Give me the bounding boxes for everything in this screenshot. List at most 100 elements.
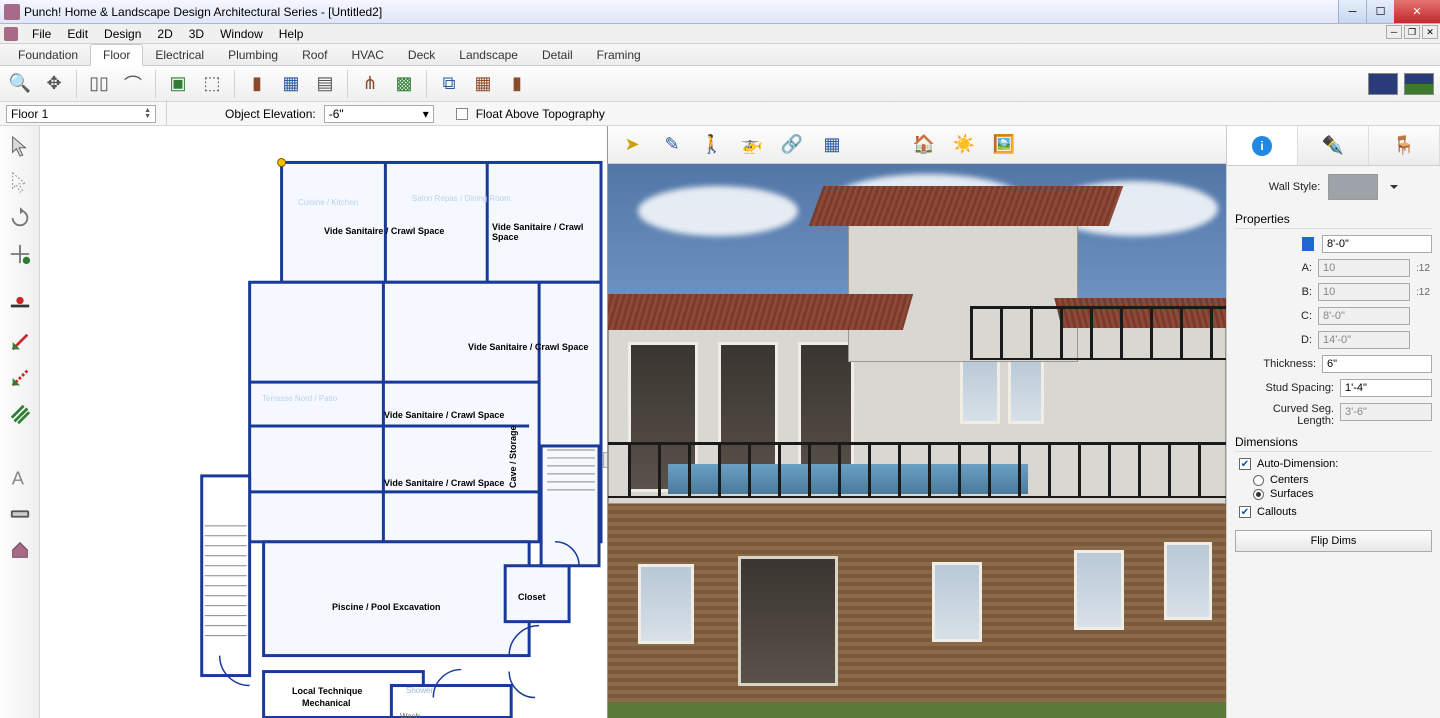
house3d-icon[interactable]: 🏠 <box>910 131 938 159</box>
tab-roof[interactable]: Roof <box>290 45 339 65</box>
window-lower <box>1074 550 1124 630</box>
render-settings-icon[interactable]: 🖼️ <box>990 131 1018 159</box>
plan-2d-view[interactable]: Vide Sanitaire / Crawl Space Vide Sanita… <box>40 126 608 718</box>
C-input[interactable] <box>1318 307 1410 325</box>
tab-floor[interactable]: Floor <box>90 44 143 66</box>
cabinet-icon[interactable]: ▦ <box>469 70 497 98</box>
menu-2d[interactable]: 2D <box>149 25 180 43</box>
auto-dimension-checkbox[interactable]: ✔ <box>1239 458 1251 470</box>
window-lower <box>638 564 694 644</box>
mdi-close-button[interactable]: ✕ <box>1422 25 1438 39</box>
length-input[interactable] <box>1322 235 1432 253</box>
floor-spinner[interactable]: ▲▼ <box>144 108 151 120</box>
D-input[interactable] <box>1318 331 1410 349</box>
mdi-restore-button[interactable]: ❐ <box>1404 25 1420 39</box>
tab-electrical[interactable]: Electrical <box>143 45 216 65</box>
wall-style-swatch[interactable] <box>1328 174 1378 200</box>
pointer-tool[interactable] <box>6 132 34 160</box>
wall-point-tool[interactable] <box>6 292 34 320</box>
wall-break-in-tool[interactable] <box>6 328 34 356</box>
view-2d-chip[interactable] <box>1368 73 1398 95</box>
rotate-tool[interactable] <box>6 204 34 232</box>
A-input[interactable] <box>1318 259 1410 277</box>
B-unit: :12 <box>1416 287 1432 298</box>
floor-select[interactable]: Floor 1 ▲▼ <box>6 105 156 123</box>
panel-tabs: i ✒️ 🪑 <box>1227 126 1440 166</box>
plan-label: Mechanical <box>302 698 351 708</box>
curtain-icon[interactable]: ⧉ <box>435 70 463 98</box>
left-tool-strip: A <box>0 126 40 718</box>
hatch-tool[interactable] <box>6 400 34 428</box>
railing-balcony <box>970 306 1226 360</box>
tab-landscape[interactable]: Landscape <box>447 45 530 65</box>
column-icon[interactable]: ▮ <box>503 70 531 98</box>
object-elevation-input[interactable]: -6" ▾ <box>324 105 434 123</box>
window-minimize-button[interactable]: ─ <box>1338 0 1366 23</box>
window-icon[interactable]: ▦ <box>277 70 305 98</box>
home-view-tool[interactable] <box>6 536 34 564</box>
zoom-icon[interactable]: 🔍 <box>6 70 34 98</box>
tab-framing[interactable]: Framing <box>585 45 653 65</box>
panel-tab-pen[interactable]: ✒️ <box>1298 126 1369 165</box>
move-green-tool[interactable] <box>6 240 34 268</box>
menu-help[interactable]: Help <box>271 25 312 43</box>
wall-break-out-tool[interactable] <box>6 364 34 392</box>
menu-design[interactable]: Design <box>96 25 149 43</box>
float-topography-checkbox[interactable] <box>456 108 468 120</box>
helicopter-icon[interactable]: 🚁 <box>738 131 766 159</box>
plan-label: Terrasse Nord / Patio <box>262 394 337 403</box>
centers-radio[interactable] <box>1253 475 1264 486</box>
floor-add-icon[interactable]: ▣ <box>164 70 192 98</box>
tab-plumbing[interactable]: Plumbing <box>216 45 290 65</box>
info-icon: i <box>1252 136 1272 156</box>
page-tool-icon[interactable]: ▯▯ <box>85 70 113 98</box>
ground <box>608 700 1226 718</box>
tab-foundation[interactable]: Foundation <box>6 45 90 65</box>
sun-icon[interactable]: ☀️ <box>950 131 978 159</box>
network-icon[interactable]: 🔗 <box>778 131 806 159</box>
callouts-checkbox[interactable]: ✔ <box>1239 506 1251 518</box>
window-maximize-button[interactable]: ☐ <box>1366 0 1394 23</box>
app-menu-icon[interactable] <box>4 27 18 41</box>
surfaces-radio[interactable] <box>1253 489 1264 500</box>
menu-window[interactable]: Window <box>212 25 271 43</box>
walk-icon[interactable]: 🚶 <box>698 131 726 159</box>
mdi-minimize-button[interactable]: ─ <box>1386 25 1402 39</box>
tape-tool[interactable] <box>6 500 34 528</box>
C-label: C: <box>1301 310 1312 322</box>
B-input[interactable] <box>1318 283 1410 301</box>
D-label: D: <box>1301 334 1312 346</box>
plan-label: Shower <box>406 686 433 695</box>
centers-label: Centers <box>1270 474 1309 486</box>
window-close-button[interactable]: ✕ <box>1394 0 1440 23</box>
floor-grid-icon[interactable]: ▩ <box>390 70 418 98</box>
tab-hvac[interactable]: HVAC <box>339 45 395 65</box>
floor-break-icon[interactable]: ⬚ <box>198 70 226 98</box>
select-similar-tool[interactable] <box>6 168 34 196</box>
tab-deck[interactable]: Deck <box>396 45 447 65</box>
panel-tab-info[interactable]: i <box>1227 126 1298 165</box>
tab-detail[interactable]: Detail <box>530 45 585 65</box>
pan-icon[interactable]: ✥ <box>40 70 68 98</box>
menu-3d[interactable]: 3D <box>181 25 212 43</box>
flip-dims-button[interactable]: Flip Dims <box>1235 530 1432 552</box>
spacer <box>6 436 34 456</box>
text-tool[interactable]: A <box>6 464 34 492</box>
arc-wall-icon[interactable]: ⌒ <box>119 70 147 98</box>
view-3d[interactable]: ➤ ✎ 🚶 🚁 🔗 ▦ 🏠 ☀️ 🖼️ <box>608 126 1226 718</box>
curved-seg-input[interactable] <box>1340 403 1432 421</box>
view-split-chip[interactable] <box>1404 73 1434 95</box>
door-icon[interactable]: ▮ <box>243 70 271 98</box>
eyedropper-icon[interactable]: ✎ <box>658 131 686 159</box>
cursor3d-icon[interactable]: ➤ <box>618 131 646 159</box>
railing-icon[interactable]: ⋔ <box>356 70 384 98</box>
panel-tab-furniture[interactable]: 🪑 <box>1369 126 1440 165</box>
stud-spacing-input[interactable] <box>1340 379 1432 397</box>
toolbar-separator <box>347 70 348 98</box>
floorplan3d-icon[interactable]: ▦ <box>818 131 846 159</box>
wall-style-dropdown-caret[interactable] <box>1390 185 1398 193</box>
stairs-icon[interactable]: ▤ <box>311 70 339 98</box>
menu-file[interactable]: File <box>24 25 59 43</box>
thickness-input[interactable] <box>1322 355 1432 373</box>
menu-edit[interactable]: Edit <box>59 25 96 43</box>
